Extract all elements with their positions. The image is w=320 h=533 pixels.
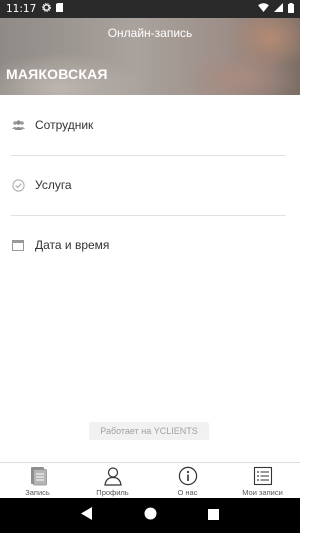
battery-icon — [288, 2, 294, 16]
check-circle-icon — [11, 178, 25, 192]
header-banner: Онлайн-запись МАЯКОВСКАЯ — [0, 18, 300, 95]
system-nav-bar — [0, 498, 300, 533]
status-time: 11:17 — [6, 3, 37, 15]
people-icon — [11, 118, 25, 132]
calendar-icon — [11, 238, 25, 252]
menu-item-label: Услуга — [35, 178, 72, 192]
nav-label: Запись — [25, 488, 50, 497]
nav-tab-my-bookings[interactable]: Мои записи — [225, 463, 300, 498]
back-icon[interactable] — [80, 506, 93, 525]
status-bar: 11:17 — [0, 0, 300, 18]
menu-item-staff[interactable]: Сотрудник — [0, 95, 300, 155]
nav-tab-about[interactable]: О нас — [150, 463, 225, 498]
menu-item-label: Дата и время — [35, 238, 110, 252]
menu-item-service[interactable]: Услуга — [0, 155, 300, 215]
nav-label: Профиль — [96, 488, 129, 497]
document-icon — [28, 466, 48, 486]
nav-label: О нас — [177, 488, 198, 497]
signal-icon — [274, 3, 283, 15]
recents-icon[interactable] — [208, 507, 220, 525]
menu-item-datetime[interactable]: Дата и время — [0, 215, 300, 275]
settings-gear-icon — [42, 3, 52, 15]
powered-by-link[interactable]: Работает на YCLIENTS — [89, 422, 209, 440]
wifi-icon — [258, 3, 269, 15]
sim-card-icon — [56, 3, 64, 15]
nav-tab-booking[interactable]: Запись — [0, 463, 75, 498]
nav-label: Мои записи — [242, 488, 283, 497]
bottom-nav: Запись Профиль О нас Мои записи — [0, 462, 300, 498]
list-icon — [253, 466, 273, 486]
booking-menu: Сотрудник Услуга Дата и время — [0, 95, 300, 275]
menu-item-label: Сотрудник — [35, 118, 94, 132]
person-icon — [103, 466, 123, 486]
page-title: Онлайн-запись — [107, 26, 193, 40]
info-icon — [178, 466, 198, 486]
branch-name: МАЯКОВСКАЯ — [6, 66, 108, 82]
home-icon[interactable] — [144, 507, 157, 525]
nav-tab-profile[interactable]: Профиль — [75, 463, 150, 498]
